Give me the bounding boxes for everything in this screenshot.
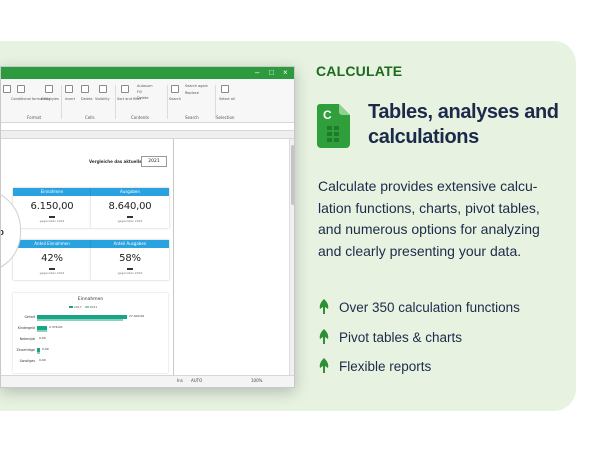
calculate-app-icon: C [317, 104, 350, 148]
status-bar: Ins AUTO 100% [1, 375, 294, 387]
chart-data-label: 0,00 [39, 358, 46, 362]
insert-icon[interactable] [65, 85, 73, 93]
minimize-icon[interactable]: – [255, 68, 259, 78]
format-icon[interactable] [3, 85, 11, 93]
chart-row-label: Gehalt [24, 315, 35, 319]
kpi-header: Einnahmen [13, 188, 91, 196]
feature-text: Over 350 calculation functions [339, 300, 520, 315]
kpi-card: Einnahmen 6.150,00 gegenüber 2022 [13, 188, 91, 228]
chart-data-label: 27.000,00 [129, 314, 145, 318]
chart-row-label: Kindergeld [17, 326, 35, 330]
ribbon-item-styles: Cell styles [41, 97, 59, 101]
kpi-header: Ausgaben [91, 188, 169, 196]
kpi-value: 58% [119, 253, 141, 264]
conditional-format-icon[interactable] [17, 85, 25, 93]
kpi-sub: gegenüber 2022 [39, 271, 65, 275]
kpi-value: 6.150,00 [30, 201, 74, 212]
ribbon-item-fill[interactable]: Fill [137, 90, 142, 94]
kpi-value: 8.640,00 [108, 201, 152, 212]
ribbon-group-contents: Contents [131, 115, 149, 120]
feature-text: Pivot tables & charts [339, 329, 463, 345]
kpi-card: Ausgaben 8.640,00 gegenüber 2022 [91, 188, 169, 228]
ribbon-group-search: Search [185, 115, 199, 120]
split-divider [173, 139, 174, 377]
ribbon-item-delete: Delete [81, 97, 93, 101]
ribbon-group-cells: Cells [85, 115, 95, 120]
ribbon-divider [215, 85, 216, 119]
chart-data-label: 2.376,00 [49, 325, 63, 329]
select-all-icon[interactable] [221, 85, 229, 93]
chart-bar-secondary [37, 352, 40, 354]
cell-styles-icon[interactable] [45, 85, 53, 93]
title-bar: – □ × [1, 67, 294, 79]
kpi-marker [127, 268, 133, 270]
ribbon-group-format: Format [27, 115, 42, 120]
scrollbar-thumb[interactable] [291, 145, 294, 205]
kpi-value: 42% [41, 253, 63, 264]
section-label: CALCULATE [316, 63, 403, 79]
legend-item: 2021 [89, 305, 98, 309]
chart-data-label: 0,00 [39, 336, 46, 340]
kpi-card: Anteil Ausgaben 58% gegenüber 2022 [91, 240, 169, 280]
kpi-marker [49, 216, 55, 218]
kpi-sub: gegenüber 2022 [39, 219, 65, 223]
legend-swatch [69, 306, 73, 308]
kpi-header: Anteil Ausgaben [91, 240, 169, 248]
zoom-level[interactable]: 100% [251, 378, 262, 383]
ribbon-item-insert: Insert [65, 97, 76, 101]
sort-filter-icon[interactable] [121, 85, 129, 93]
status-calc: AUTO [191, 378, 203, 383]
kpi-card: Anteil Einnahmen 42% gegenüber 2022 [13, 240, 91, 280]
kpi-marker [127, 216, 133, 218]
visibility-icon[interactable] [99, 85, 107, 93]
ribbon-item-search-again[interactable]: Search again [185, 84, 208, 88]
chart-row-label: Sonstiges [19, 359, 35, 363]
column-header [1, 131, 294, 139]
chart-title: Einnahmen [77, 297, 104, 302]
kpi-sub: gegenüber 2022 [117, 219, 143, 223]
compare-year-input[interactable]: 2021 [141, 156, 167, 167]
headline: Tables, analyses and calculations [368, 101, 559, 148]
formula-bar[interactable] [1, 123, 294, 131]
ribbon-item-autosum[interactable]: Autosum [137, 84, 153, 88]
chart-data-label: 0,00 [42, 347, 49, 351]
chart-row-label: Nebenjob [19, 337, 35, 341]
leaf-icon [319, 358, 329, 373]
ribbon-divider [61, 85, 62, 119]
delete-icon[interactable] [81, 85, 89, 93]
chart-legend: 2017 2021 [69, 305, 97, 309]
maximize-icon[interactable]: □ [269, 68, 274, 78]
status-mode: Ins [177, 378, 183, 383]
kpi-marker [49, 268, 55, 270]
ribbon-item-replace[interactable]: Replace [185, 91, 199, 95]
search-icon[interactable] [171, 85, 179, 93]
leaf-icon [319, 328, 329, 344]
legend-swatch [84, 306, 89, 308]
leaf-icon [319, 299, 329, 314]
spreadsheet-window: – □ × Conditional formatting Cell styles… [0, 66, 295, 388]
svg-text:C: C [323, 108, 332, 122]
vertical-scrollbar[interactable] [289, 139, 294, 377]
kpi-sub: gegenüber 2022 [117, 271, 143, 275]
kpi-header: Anteil Einnahmen [13, 240, 91, 248]
ribbon-item-visibility: Visibility [95, 97, 110, 101]
ribbon-item-clear[interactable]: Delete [137, 96, 149, 100]
ribbon-divider [115, 85, 116, 119]
chart-bar-secondary [37, 319, 123, 321]
description: Calculate provides extensive calcu-latio… [318, 178, 540, 259]
legend-item: 2017 [74, 305, 82, 309]
gauge-value: 0 [1, 229, 4, 237]
close-icon[interactable]: × [283, 68, 288, 78]
ribbon-item-select-all: Select all [219, 97, 235, 101]
feature-text: Flexible reports [339, 359, 432, 374]
ribbon-divider [167, 85, 168, 119]
chart-bar-secondary [37, 330, 47, 332]
ribbon-item-search: Search [169, 97, 182, 101]
ribbon: Conditional formatting Cell styles Forma… [1, 79, 294, 123]
chart-row-label: Zinserträge [16, 348, 35, 352]
income-chart: Einnahmen 2017 2021 Gehalt 27.000,00 Kinde… [13, 293, 168, 373]
ribbon-group-selection: Selection [216, 115, 235, 120]
